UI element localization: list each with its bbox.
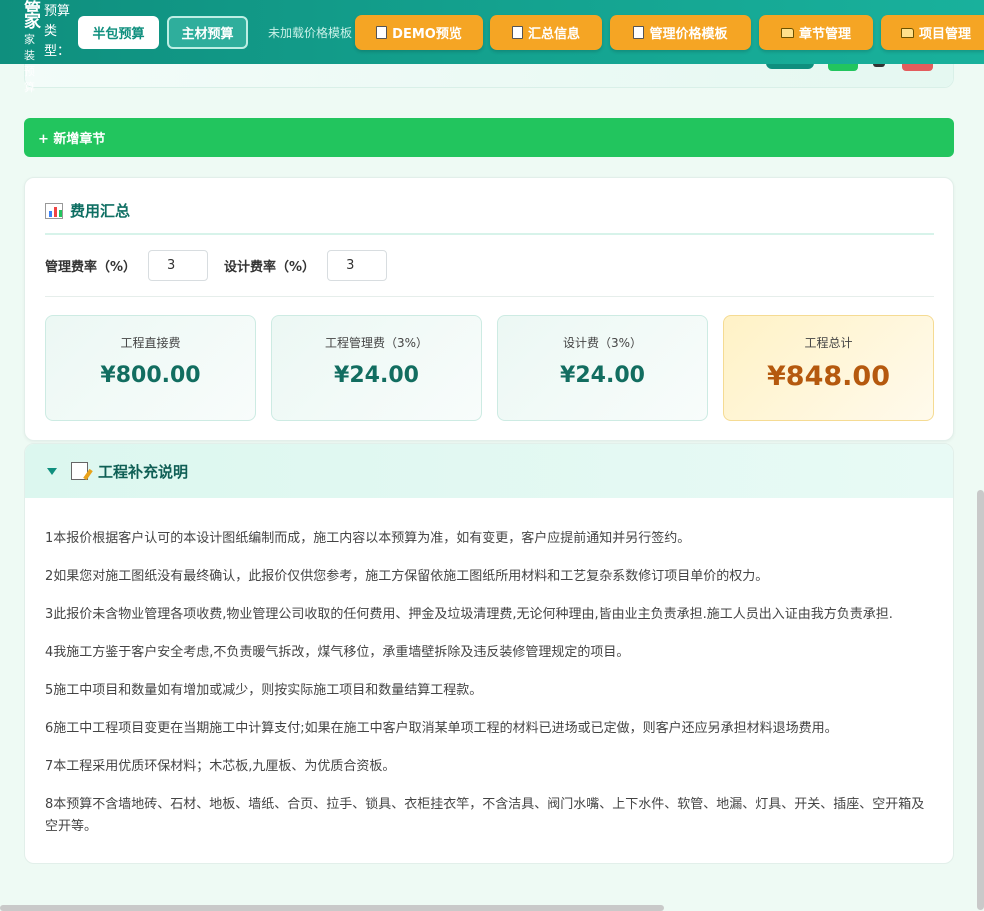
note-item: 3此报价未含物业管理各项收费,物业管理公司收取的任何费用、押金及垃圾清理费,无论… bbox=[45, 607, 893, 622]
divider bbox=[45, 296, 934, 297]
price-template-label: 管理价格模板 bbox=[649, 27, 728, 42]
mgmt-rate-input[interactable] bbox=[148, 250, 209, 281]
note-item: 4我施工方鉴于客户安全考虑,不负责暖气拆改，煤气移位，承重墙壁拆除及违反装修管理… bbox=[45, 645, 630, 660]
design-rate-label: 设计费率（%） bbox=[224, 260, 316, 275]
management-fee-stat: 工程管理费（3%） ¥24.00 bbox=[271, 315, 482, 421]
design-fee-stat: 设计费（3%） ¥24.00 bbox=[497, 315, 708, 421]
stat-value: ¥800.00 bbox=[100, 363, 201, 388]
brand-line2: 家 bbox=[24, 12, 41, 32]
note-item: 6施工中工程项目变更在当期施工中计算支付;如果在施工中客户取消某单项工程的材料已… bbox=[45, 721, 838, 736]
fee-summary-title-text: 费用汇总 bbox=[70, 202, 131, 220]
brand-subtitle: 家装预算 bbox=[24, 33, 35, 94]
project-manage-label: 项目管理 bbox=[919, 27, 972, 42]
direct-cost-stat: 工程直接费 ¥800.00 bbox=[45, 315, 256, 421]
horizontal-scrollbar[interactable] bbox=[0, 905, 664, 911]
note-item: 2如果您对施工图纸没有最终确认，此报价仅供您参考，施工方保留依施工图纸所用材料和… bbox=[45, 569, 769, 584]
demo-preview-button[interactable]: DEMO预览 bbox=[355, 15, 483, 50]
half-package-button[interactable]: 半包预算 bbox=[78, 16, 159, 49]
summary-info-button[interactable]: 汇总信息 bbox=[490, 15, 602, 50]
template-status: 未加载价格模板 bbox=[268, 26, 353, 40]
supplement-title: 工程补充说明 bbox=[98, 462, 189, 481]
supplement-header[interactable]: 工程补充说明 bbox=[25, 444, 953, 498]
folder-icon bbox=[901, 27, 914, 38]
stat-value: ¥24.00 bbox=[560, 363, 645, 388]
supplement-notes: 1本报价根据客户认可的本设计图纸编制而成，施工内容以本预算为准，如有变更，客户应… bbox=[45, 528, 935, 854]
stat-value: ¥24.00 bbox=[334, 363, 419, 388]
summary-info-label: 汇总信息 bbox=[527, 27, 580, 42]
budget-type-label: 预算类型： bbox=[44, 4, 71, 59]
divider bbox=[45, 233, 934, 235]
add-chapter-button[interactable]: + 新增章节 bbox=[24, 118, 954, 157]
collapse-triangle-icon[interactable] bbox=[47, 467, 57, 475]
bar-chart-icon bbox=[45, 202, 63, 219]
mgmt-rate-label: 管理费率（%） bbox=[45, 260, 137, 275]
stat-title: 工程总计 bbox=[804, 336, 853, 350]
demo-preview-label: DEMO预览 bbox=[392, 27, 462, 42]
note-item: 8本预算不含墙地砖、石材、地板、墙纸、合页、拉手、锁具、衣柜挂衣竿，不含洁具、阀… bbox=[45, 797, 925, 834]
document-icon bbox=[376, 26, 388, 39]
total-cost-stat: 工程总计 ¥848.00 bbox=[723, 315, 934, 421]
project-manage-button[interactable]: 项目管理 bbox=[881, 15, 984, 50]
stat-title: 设计费（3%） bbox=[562, 336, 643, 350]
chapter-manage-button[interactable]: 章节管理 bbox=[759, 15, 873, 50]
add-chapter-label: + 新增章节 bbox=[38, 132, 106, 147]
page-icon bbox=[633, 26, 645, 39]
fee-summary-title: 费用汇总 bbox=[45, 200, 130, 221]
stat-title: 工程管理费（3%） bbox=[324, 336, 429, 350]
folder-icon bbox=[780, 27, 794, 38]
note-item: 5施工中项目和数量如有增加或减少，则按实际施工项目和数量结算工程款。 bbox=[45, 683, 483, 698]
memo-icon bbox=[71, 462, 88, 480]
design-rate-input[interactable] bbox=[327, 250, 388, 281]
main-material-button[interactable]: 主材预算 bbox=[167, 16, 248, 49]
top-toolbar: 管 家 家装预算 预算类型： 半包预算 主材预算 未加载价格模板 DEMO预览 … bbox=[0, 0, 984, 94]
note-item: 1本报价根据客户认可的本设计图纸编制而成，施工内容以本预算为准，如有变更，客户应… bbox=[45, 531, 691, 546]
note-item: 7本工程采用优质环保材料；木芯板,九厘板、为优质合资板。 bbox=[45, 759, 396, 774]
vertical-scrollbar[interactable] bbox=[977, 490, 984, 910]
brand-logo: 管 家 家装预算 bbox=[24, 0, 44, 110]
fee-summary-card: 费用汇总 管理费率（%） 设计费率（%） 工程直接费 ¥800.00 工程管理费… bbox=[24, 177, 954, 441]
supplement-card: 工程补充说明 1本报价根据客户认可的本设计图纸编制而成，施工内容以本预算为准，如… bbox=[24, 443, 954, 864]
clipboard-icon bbox=[511, 26, 523, 39]
rate-row: 管理费率（%） 设计费率（%） bbox=[45, 250, 403, 281]
stat-value: ¥848.00 bbox=[767, 361, 890, 392]
chapter-manage-label: 章节管理 bbox=[798, 27, 851, 42]
brand-line1: 管 bbox=[24, 0, 41, 12]
stat-title: 工程直接费 bbox=[120, 336, 181, 350]
price-template-button[interactable]: 管理价格模板 bbox=[610, 15, 751, 50]
